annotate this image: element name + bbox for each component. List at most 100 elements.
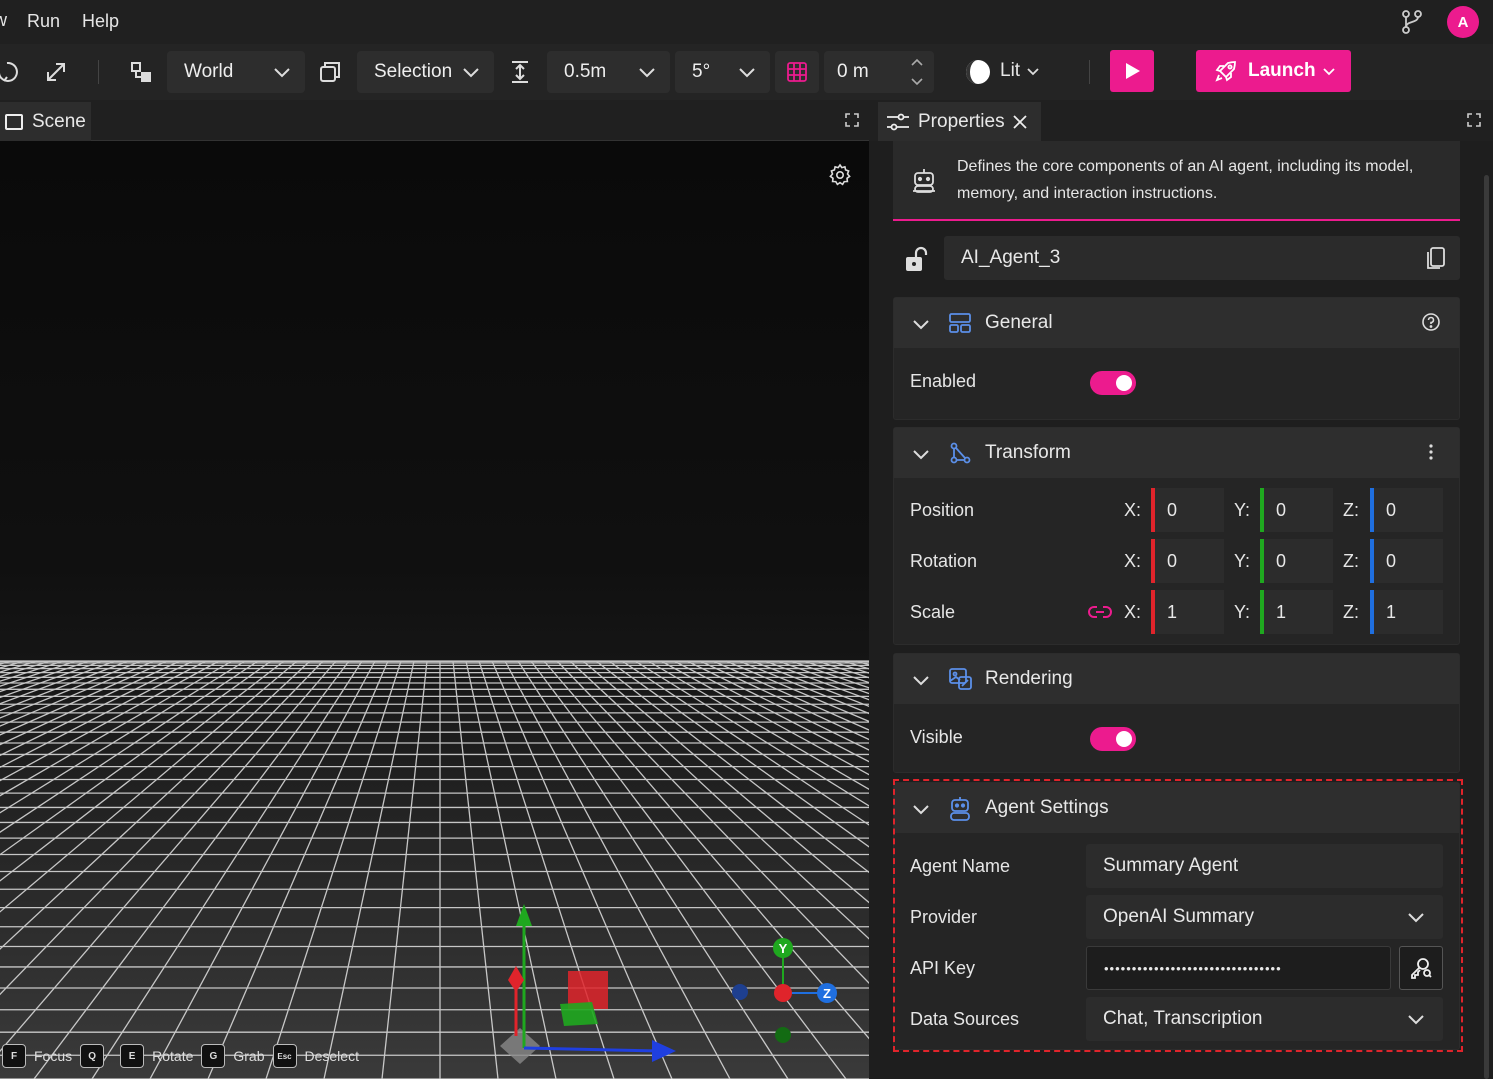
z-axis-bar: [1370, 488, 1374, 532]
window-icon: [5, 113, 23, 130]
gear-icon[interactable]: [828, 163, 852, 187]
snap-height-icon[interactable]: [504, 56, 536, 88]
section-general-header[interactable]: General: [894, 298, 1459, 348]
scale-x-axis-label: X:: [1124, 602, 1142, 622]
y-axis-bar: [1260, 590, 1264, 634]
help-icon[interactable]: [1421, 312, 1441, 332]
copy-icon[interactable]: [1426, 246, 1446, 270]
link-icon[interactable]: [1088, 604, 1112, 620]
gizmo-y-label: Y: [779, 941, 788, 956]
lighting-dropdown[interactable]: Lit: [1000, 60, 1040, 82]
transform-icon: [950, 442, 971, 464]
tab-properties-label: Properties: [918, 110, 1005, 132]
section-rendering-title: Rendering: [985, 668, 1073, 689]
avatar[interactable]: A: [1447, 6, 1479, 38]
transform-gizmo[interactable]: [480, 896, 700, 1076]
scale-y-field[interactable]: 1: [1260, 590, 1333, 634]
selection-dropdown-value: Selection: [374, 61, 453, 82]
y-axis-bar: [1260, 488, 1264, 532]
section-transform-header[interactable]: Transform: [894, 428, 1459, 478]
section-rendering-header[interactable]: Rendering: [894, 654, 1459, 704]
rotation-z-field[interactable]: 0: [1370, 539, 1443, 583]
agent-name-value: Summary Agent: [1103, 855, 1239, 876]
position-y-field[interactable]: 0: [1260, 488, 1333, 532]
robot-icon: [950, 797, 970, 821]
more-vertical-icon[interactable]: [1421, 442, 1441, 462]
snap-distance-dropdown[interactable]: 0.5m: [547, 51, 670, 93]
git-branch-icon[interactable]: [1398, 8, 1426, 36]
menu-item-cut[interactable]: w: [0, 10, 7, 31]
rotation-x-value: 0: [1167, 550, 1178, 571]
rocket-icon: [1215, 61, 1236, 82]
snap-angle-dropdown[interactable]: 5°: [675, 51, 770, 93]
scale-x-field[interactable]: 1: [1151, 590, 1224, 634]
maximize-icon[interactable]: [1467, 113, 1481, 127]
scale-y-axis-label: Y:: [1234, 602, 1251, 622]
object-name-value: AI_Agent_3: [961, 247, 1061, 268]
rotation-y-value: 0: [1276, 550, 1287, 571]
chevron-down-icon: [913, 450, 929, 460]
section-agent-settings-header[interactable]: Agent Settings: [894, 783, 1459, 833]
properties-scrollbar[interactable]: [1484, 175, 1489, 1079]
chevron-down-icon: [913, 805, 929, 815]
visible-label: Visible: [910, 727, 963, 747]
shortcut-key-e: E: [120, 1044, 145, 1068]
menu-item-help[interactable]: Help: [82, 11, 119, 32]
play-button[interactable]: [1110, 50, 1154, 92]
position-z-axis-label: Z:: [1343, 500, 1359, 520]
rotate-tool-icon[interactable]: [0, 56, 24, 88]
close-icon[interactable]: [1012, 114, 1027, 129]
x-axis-bar: [1151, 539, 1155, 583]
object-name-field[interactable]: AI_Agent_3: [944, 236, 1460, 280]
position-z-field[interactable]: 0: [1370, 488, 1443, 532]
data-sources-value: Chat, Transcription: [1103, 1008, 1263, 1029]
lighting-icon[interactable]: [962, 56, 994, 88]
maximize-icon[interactable]: [845, 113, 859, 127]
launch-button[interactable]: Launch: [1196, 50, 1351, 92]
stepper-arrows-icon[interactable]: [910, 57, 924, 87]
scale-z-axis-label: Z:: [1343, 602, 1359, 622]
unlock-icon[interactable]: [900, 244, 930, 274]
rotation-y-field[interactable]: 0: [1260, 539, 1333, 583]
tab-properties[interactable]: Properties: [878, 102, 1041, 141]
scale-z-field[interactable]: 1: [1370, 590, 1443, 634]
space-dropdown[interactable]: World: [167, 51, 305, 93]
menu-item-run[interactable]: Run: [27, 11, 60, 32]
selection-dropdown[interactable]: Selection: [357, 51, 494, 93]
enabled-label: Enabled: [910, 371, 977, 391]
scale-z-value: 1: [1386, 601, 1397, 622]
agent-name-field[interactable]: Summary Agent: [1086, 844, 1443, 888]
visible-toggle[interactable]: [1090, 727, 1136, 751]
provider-value: OpenAI Summary: [1103, 906, 1254, 927]
enabled-toggle[interactable]: [1090, 371, 1136, 395]
data-sources-select[interactable]: Chat, Transcription: [1086, 997, 1443, 1041]
space-dropdown-value: World: [184, 61, 234, 82]
tab-scene[interactable]: Scene: [0, 102, 91, 141]
grid-toggle-button[interactable]: [775, 51, 819, 93]
scale-tool-icon[interactable]: [40, 56, 72, 88]
provider-label: Provider: [910, 907, 978, 927]
rotation-x-field[interactable]: 0: [1151, 539, 1224, 583]
toolbar: World Selection 0.5m 5° 0 m Lit Launch: [0, 44, 1493, 100]
grid-height-stepper[interactable]: 0 m: [824, 51, 934, 93]
provider-select[interactable]: OpenAI Summary: [1086, 895, 1443, 939]
scene-tabbar: Scene: [0, 100, 869, 141]
space-toggle-icon[interactable]: [125, 56, 157, 88]
key-search-icon: [1411, 958, 1432, 979]
scene-viewport[interactable]: Y Z: [0, 141, 869, 1079]
api-key-reveal-button[interactable]: [1399, 946, 1443, 990]
position-y-value: 0: [1276, 499, 1287, 520]
rotation-y-axis-label: Y:: [1234, 551, 1251, 571]
grid-icon: [787, 62, 807, 82]
gizmo-z-label: Z: [823, 986, 831, 1001]
api-key-field[interactable]: ••••••••••••••••••••••••••••••••: [1086, 946, 1391, 990]
orientation-gizmo[interactable]: Y Z: [725, 931, 845, 1051]
api-key-label: API Key: [910, 958, 976, 978]
y-axis-bar: [1260, 539, 1264, 583]
selection-mode-icon[interactable]: [314, 56, 346, 88]
position-x-field[interactable]: 0: [1151, 488, 1224, 532]
section-rendering: Rendering: [893, 653, 1460, 773]
toggle-knob: [1116, 375, 1132, 391]
z-axis-bar: [1370, 590, 1374, 634]
position-y-axis-label: Y:: [1234, 500, 1251, 520]
